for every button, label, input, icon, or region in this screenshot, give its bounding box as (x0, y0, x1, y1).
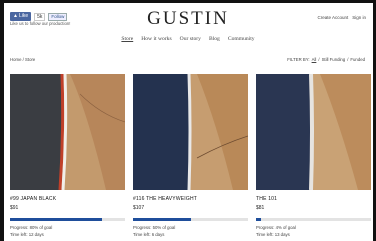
filter-still-funding[interactable]: Still Funding (322, 57, 346, 62)
account-links: Create Account Sign in (317, 15, 366, 20)
create-account-link[interactable]: Create Account (317, 15, 348, 20)
product-name[interactable]: #99 JAPAN BLACK (10, 196, 56, 202)
product-price: $107 (133, 205, 145, 211)
nav-item-how-it-works[interactable]: How it works (141, 36, 171, 42)
filter-funded[interactable]: Funded (350, 57, 365, 62)
sign-in-link[interactable]: Sign in (352, 15, 366, 20)
product-card[interactable]: #99 JAPAN BLACK $91 Progress: 80% of goa… (10, 74, 125, 237)
time-left: Time left: 6 days (133, 232, 165, 237)
top-border (0, 0, 376, 3)
progress-text: Progress: 50% of goal (133, 225, 176, 230)
nav-item-store[interactable]: Store (121, 36, 133, 42)
fabric-swatch (10, 74, 63, 190)
progress-text: Progress: 4% of goal (256, 225, 296, 230)
denim-photo (133, 74, 248, 190)
filter-bar: FILTER BY: All / Still Funding / Funded (287, 57, 365, 62)
progress-bar (10, 218, 125, 221)
product-card[interactable]: #116 THE HEAVYWEIGHT $107 Progress: 50% … (133, 74, 248, 237)
fabric-swatch (256, 74, 311, 190)
time-left: Time left: 12 days (10, 232, 44, 237)
progress-text: Progress: 80% of goal (10, 225, 53, 230)
progress-fill (133, 218, 191, 221)
nav-item-our-story[interactable]: Our story (180, 36, 201, 42)
product-image[interactable] (133, 74, 248, 190)
product-price: $81 (256, 205, 265, 211)
denim-photo (10, 74, 125, 190)
denim-photo (256, 74, 371, 190)
main-nav: Store How it works Our story Blog Commun… (0, 36, 376, 42)
nav-item-community[interactable]: Community (228, 36, 255, 42)
fabric-swatch (133, 74, 190, 190)
progress-fill (10, 218, 102, 221)
product-name[interactable]: THE 101 (256, 196, 277, 202)
product-card[interactable]: THE 101 $81 Progress: 4% of goal Time le… (256, 74, 371, 237)
progress-fill (256, 218, 261, 221)
breadcrumb[interactable]: Home / Store (10, 57, 35, 62)
product-image[interactable] (10, 74, 125, 190)
progress-bar (256, 218, 371, 221)
filter-label: FILTER BY: (287, 57, 310, 62)
product-name[interactable]: #116 THE HEAVYWEIGHT (133, 196, 197, 202)
product-price: $91 (10, 205, 19, 211)
progress-bar (133, 218, 248, 221)
product-image[interactable] (256, 74, 371, 190)
filter-all[interactable]: All (312, 57, 317, 62)
nav-item-blog[interactable]: Blog (209, 36, 220, 42)
time-left: Time left: 13 days (256, 232, 290, 237)
